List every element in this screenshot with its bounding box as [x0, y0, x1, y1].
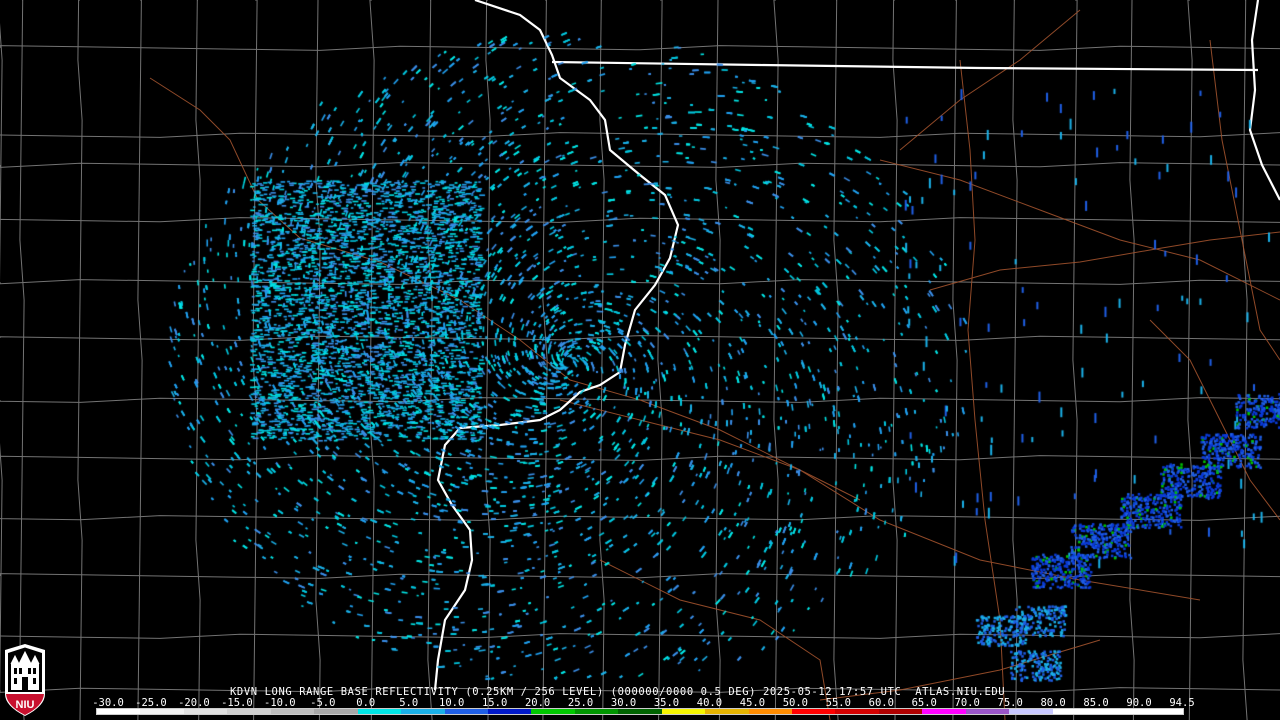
- colorbar-cell: [227, 709, 271, 714]
- colorbar-cell: [792, 709, 836, 714]
- colorbar-cell: [401, 709, 445, 714]
- niu-logo-text: NIU: [16, 699, 35, 711]
- colorbar-cell: [878, 709, 923, 714]
- reflectivity-layer: [0, 0, 1280, 720]
- colorbar-cell: [487, 709, 532, 714]
- colorbar-cell: [618, 709, 662, 714]
- colorbar-cell: [183, 709, 228, 714]
- colorbar-cell: [574, 709, 619, 714]
- colorbar-cell: [1139, 709, 1183, 714]
- colorbar-cell: [1052, 709, 1097, 714]
- colorbar-cell: [314, 709, 358, 714]
- colorbar-cell: [835, 709, 879, 714]
- niu-logo: NIU: [5, 644, 45, 716]
- colorbar-cell: [270, 709, 315, 714]
- colorbar-cell: [1009, 709, 1053, 714]
- colorbar-cell: [705, 709, 749, 714]
- colorbar-cell: [97, 709, 141, 714]
- colorbar-cell: [357, 709, 402, 714]
- colorbar-cell: [748, 709, 792, 714]
- colorbar-cell: [140, 709, 184, 714]
- colorbar-cell: [661, 709, 706, 714]
- radar-map: KDVN LONG RANGE BASE REFLECTIVITY (0.25K…: [0, 0, 1280, 720]
- colorbar-cell: [1096, 709, 1140, 714]
- colorbar-cell: [531, 709, 575, 714]
- colorbar-cell: [444, 709, 488, 714]
- colorbar-cell: [965, 709, 1010, 714]
- reflectivity-colorbar: [96, 708, 1184, 715]
- colorbar-cell: [922, 709, 966, 714]
